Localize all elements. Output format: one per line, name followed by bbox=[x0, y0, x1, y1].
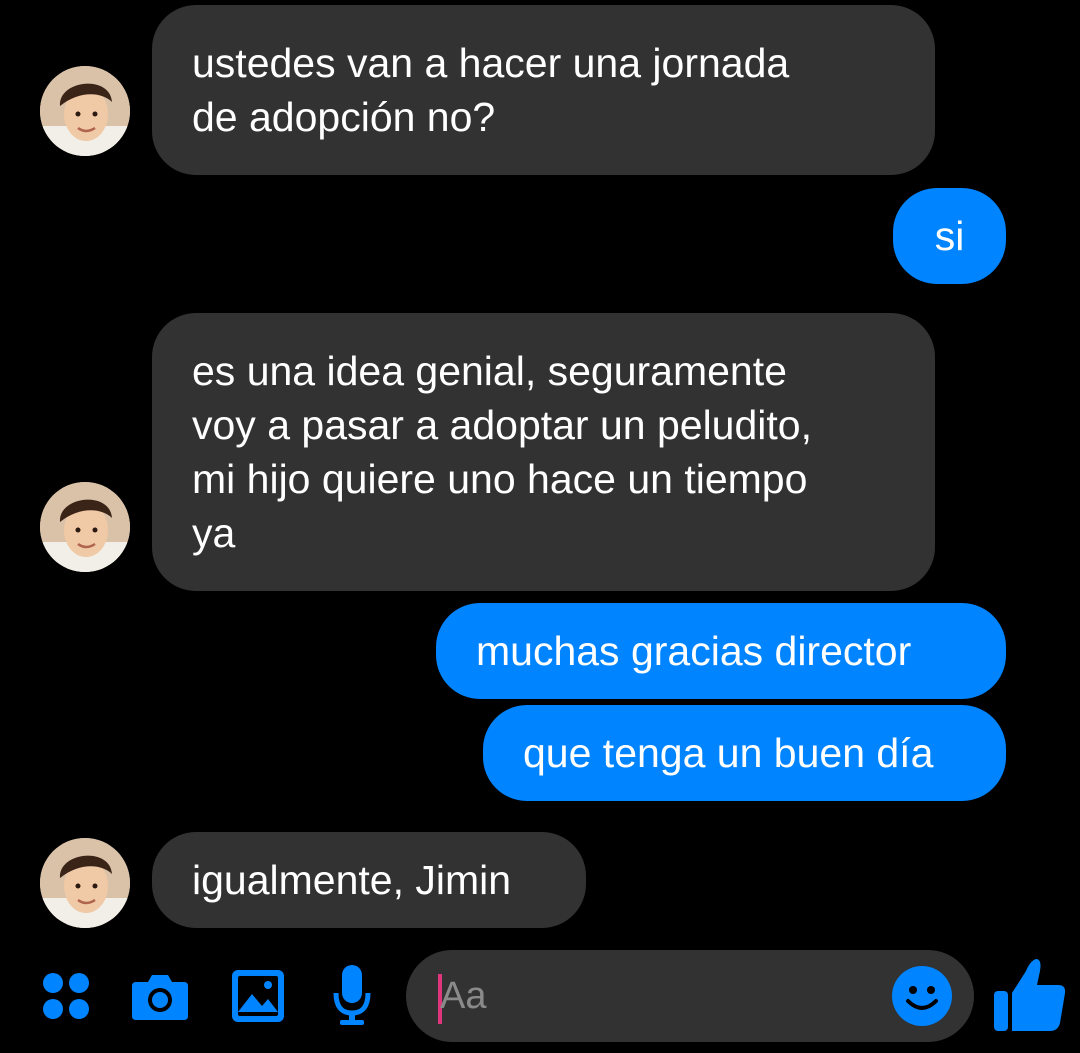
contact-avatar[interactable] bbox=[40, 838, 130, 928]
contact-avatar[interactable] bbox=[40, 66, 130, 156]
contact-avatar[interactable] bbox=[40, 482, 130, 572]
message-bubble-outgoing[interactable]: si bbox=[893, 188, 1006, 284]
chat-screen: ustedes van a hacer una jornada de adopc… bbox=[0, 0, 1080, 1053]
message-bubble-incoming[interactable]: es una idea genial, seguramente voy a pa… bbox=[152, 313, 935, 591]
image-icon[interactable] bbox=[228, 966, 288, 1026]
message-bubble-outgoing[interactable]: muchas gracias director bbox=[436, 603, 1006, 699]
camera-icon[interactable] bbox=[128, 968, 192, 1024]
message-bubble-incoming[interactable]: ustedes van a hacer una jornada de adopc… bbox=[152, 5, 935, 175]
message-input-placeholder: Aa bbox=[440, 975, 487, 1017]
menu-dots-icon[interactable] bbox=[38, 968, 94, 1024]
thumbs-up-icon[interactable] bbox=[990, 954, 1070, 1034]
message-bubble-outgoing[interactable]: que tenga un buen día bbox=[483, 705, 1006, 801]
message-input[interactable]: Aa bbox=[406, 950, 974, 1042]
emoji-icon[interactable] bbox=[890, 964, 954, 1028]
microphone-icon[interactable] bbox=[330, 962, 374, 1028]
message-composer: Aa bbox=[0, 944, 1080, 1053]
message-bubble-incoming[interactable]: igualmente, Jimin bbox=[152, 832, 586, 928]
